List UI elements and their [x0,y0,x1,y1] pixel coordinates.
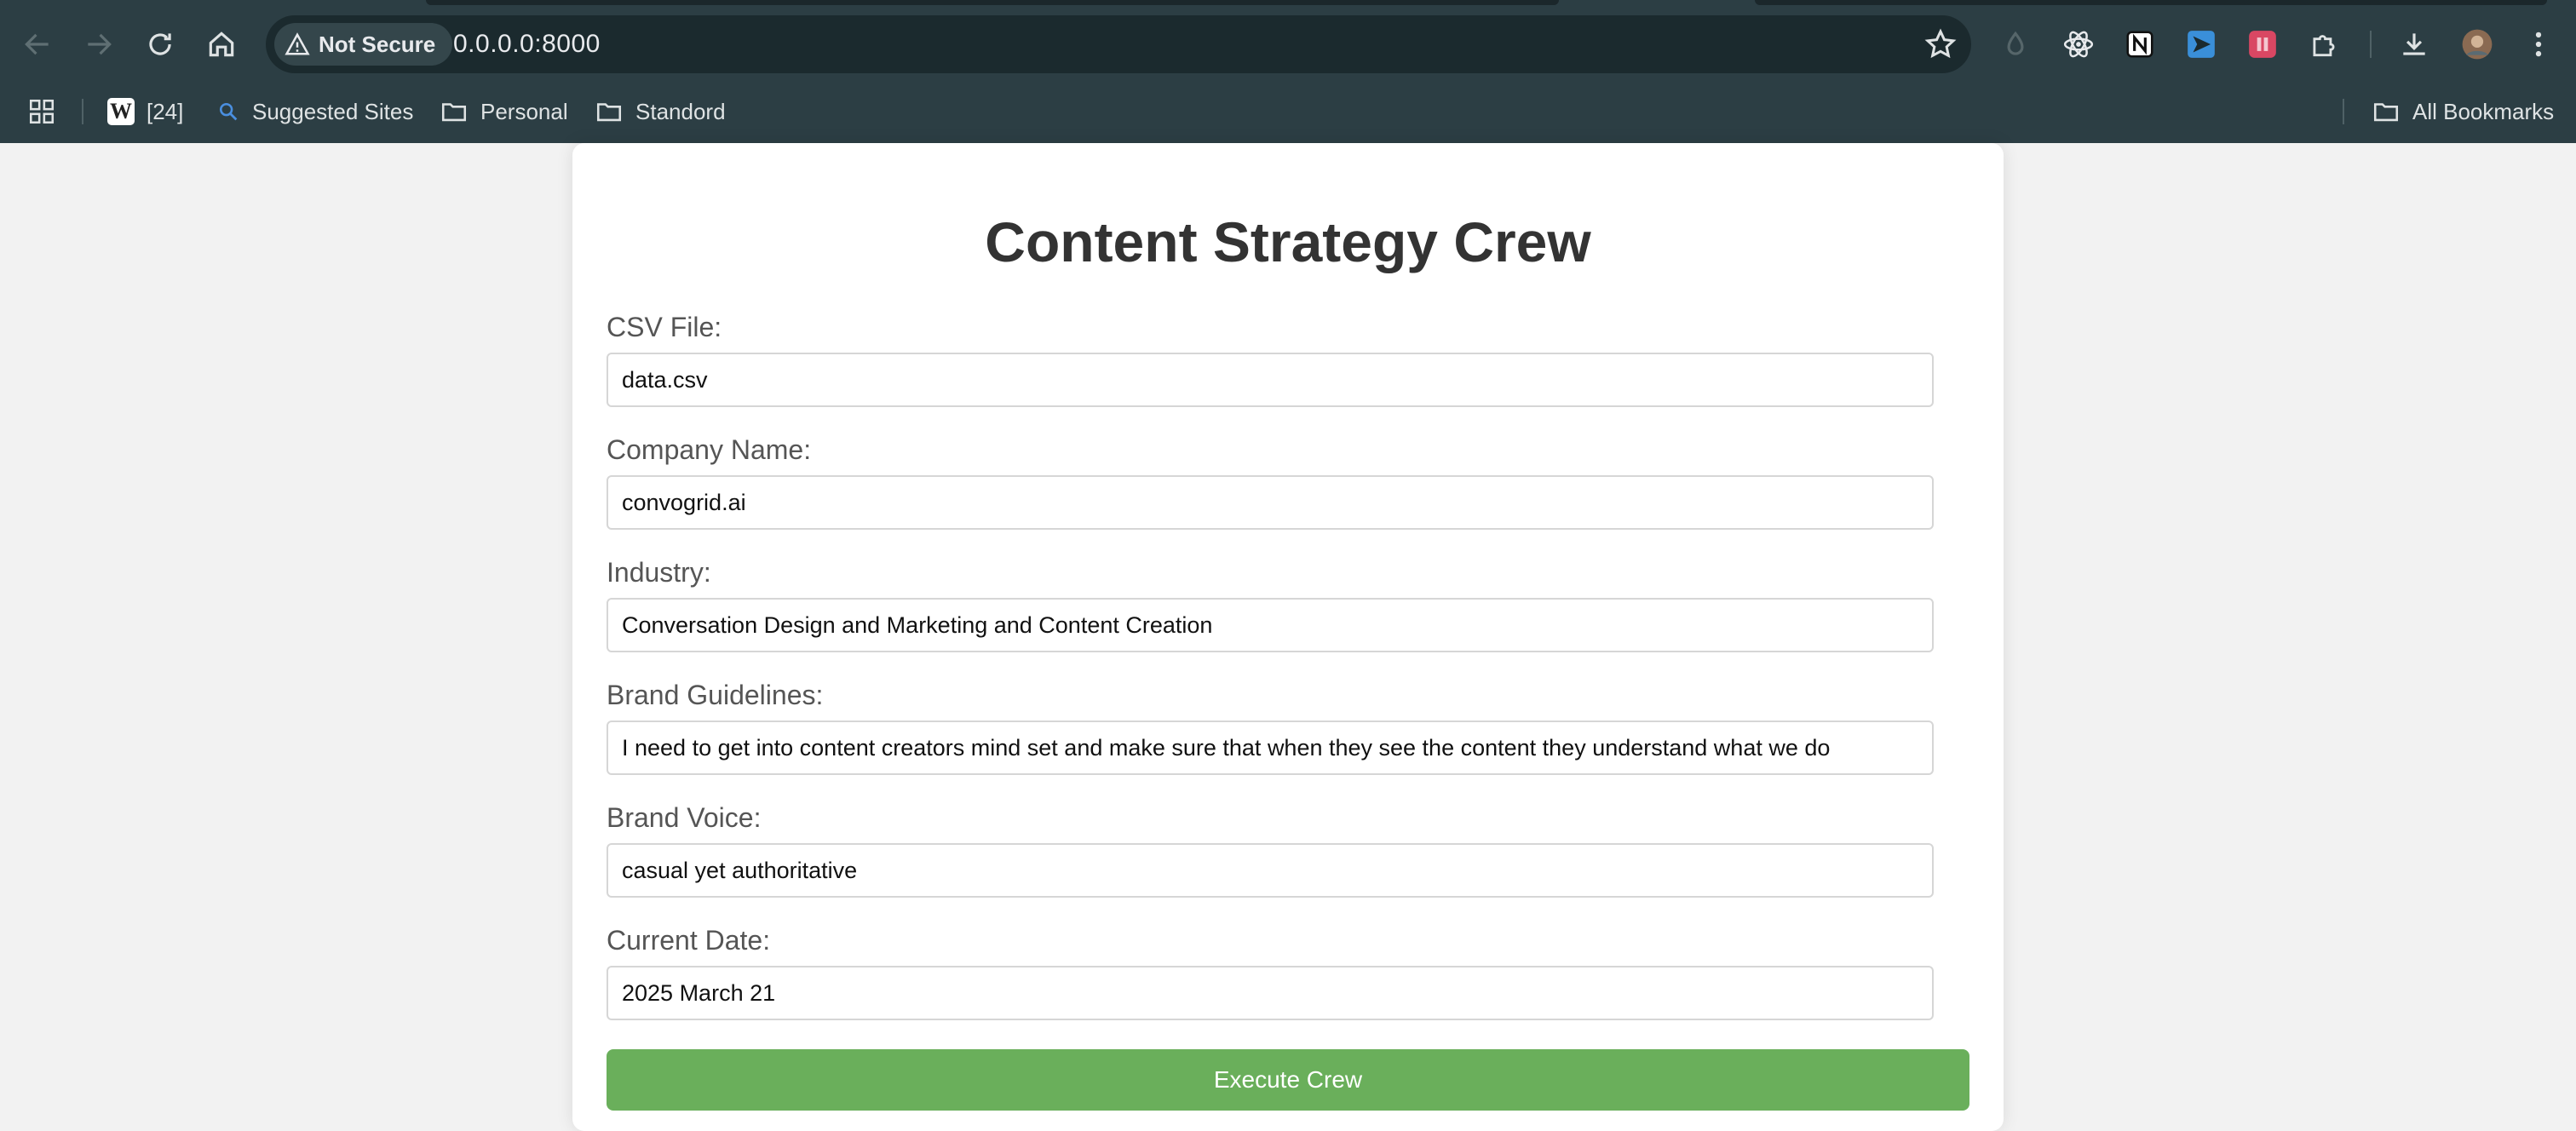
download-icon [2403,33,2425,55]
security-chip[interactable]: Not Secure [274,23,453,66]
brand-voice-label: Brand Voice: [607,802,762,833]
home-icon [209,32,234,57]
puzzle-icon [2313,35,2335,57]
extension-react-icon[interactable] [2060,26,2097,63]
arrow-right-icon [88,33,112,55]
company-name-label: Company Name: [607,434,812,465]
brand-guidelines-input[interactable] [607,721,1934,775]
send-icon [2188,31,2215,58]
drop-icon [2007,31,2024,55]
search-icon [219,102,238,121]
browser-menu-button[interactable] [2520,26,2557,63]
home-button[interactable] [194,12,249,77]
back-button[interactable] [10,12,65,77]
more-vertical-icon [2535,32,2542,57]
brand-voice-input[interactable] [607,843,1934,898]
url-text[interactable]: 0.0.0.0:8000 [453,30,601,59]
all-bookmarks-button[interactable]: All Bookmarks [2372,89,2554,135]
industry-label: Industry: [607,557,711,588]
react-atom-icon [2063,31,2094,58]
profile-avatar[interactable] [2458,26,2496,63]
folder-icon [596,103,622,122]
notion-icon [2126,31,2153,58]
bookmarks-divider [82,99,83,124]
folder-icon [441,103,467,122]
current-date-input[interactable] [607,966,1934,1020]
bookmark-label: Standord [635,98,726,124]
wikipedia-icon: W [107,98,135,125]
forward-button[interactable] [72,12,126,77]
bookmark-label: [24] [147,98,184,124]
pause-icon [2249,31,2276,58]
all-bookmarks-label: All Bookmarks [2412,98,2555,124]
bookmark-label: Personal [480,98,568,124]
reload-icon [149,33,171,55]
page-title: Content Strategy Crew [985,210,1591,273]
csv-file-input[interactable] [607,353,1934,407]
bookmark-suggested-sites[interactable]: Suggested Sites [216,89,413,135]
address-bar[interactable]: Not Secure 0.0.0.0:8000 [266,15,1971,73]
extension-notion-icon[interactable] [2121,26,2159,63]
toolbar-divider [2370,31,2372,58]
execute-crew-button[interactable]: Execute Crew [607,1049,1969,1111]
folder-icon [2373,103,2399,122]
bookmark-wikipedia[interactable]: W [24] [107,89,183,135]
csv-file-label: CSV File: [607,312,722,342]
extension-drop-icon[interactable] [1997,26,2034,63]
apps-grid-icon [29,99,55,124]
browser-chrome: Not Secure 0.0.0.0:8000 W [24] Suggested… [0,0,2576,143]
extension-blue-icon[interactable] [2182,26,2220,63]
bookmark-label: Suggested Sites [252,98,414,124]
bookmarks-divider [2343,99,2344,124]
bookmark-folder-personal[interactable]: Personal [440,89,568,135]
industry-input[interactable] [607,598,1934,652]
form-card: Content Strategy Crew CSV File: Company … [572,143,2004,1131]
security-label: Not Secure [319,31,436,57]
apps-button[interactable] [27,89,56,135]
extension-red-icon[interactable] [2244,26,2281,63]
avatar [2462,29,2493,60]
bookmark-star-icon[interactable] [1923,27,1958,61]
bookmarks-bar: W [24] Suggested Sites Personal Standord… [0,89,2576,135]
current-date-label: Current Date: [607,925,771,956]
browser-toolbar: Not Secure 0.0.0.0:8000 [0,12,2576,77]
warning-triangle-icon [285,32,310,55]
company-name-input[interactable] [607,475,1934,530]
extensions-button[interactable] [2305,26,2343,63]
bookmark-folder-standord[interactable]: Standord [595,89,726,135]
tab-strip-edge [426,0,1559,5]
reload-button[interactable] [133,12,187,77]
arrow-left-icon [25,33,49,55]
brand-guidelines-label: Brand Guidelines: [607,680,824,710]
downloads-button[interactable] [2395,26,2433,63]
tab-strip-edge [1755,0,2547,5]
